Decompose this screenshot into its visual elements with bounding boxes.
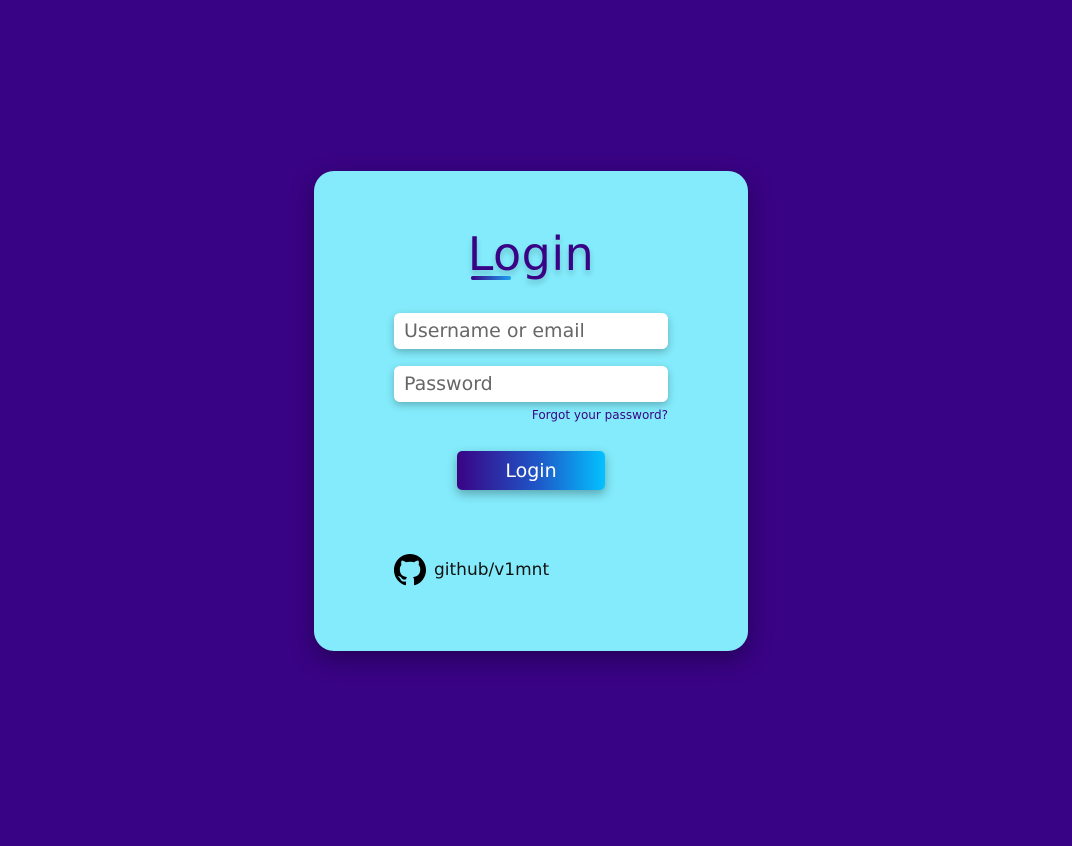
github-label: github/v1mnt — [434, 560, 550, 580]
username-input[interactable] — [394, 313, 668, 349]
login-title: Login — [467, 227, 595, 281]
forgot-password-link[interactable]: Forgot your password? — [532, 408, 668, 422]
password-input[interactable] — [394, 366, 668, 402]
github-icon — [394, 554, 426, 586]
title-underline — [471, 276, 511, 280]
login-button[interactable]: Login — [457, 451, 605, 490]
login-card: Login Forgot your password? Login github… — [314, 171, 748, 651]
github-link[interactable]: github/v1mnt — [394, 554, 549, 586]
